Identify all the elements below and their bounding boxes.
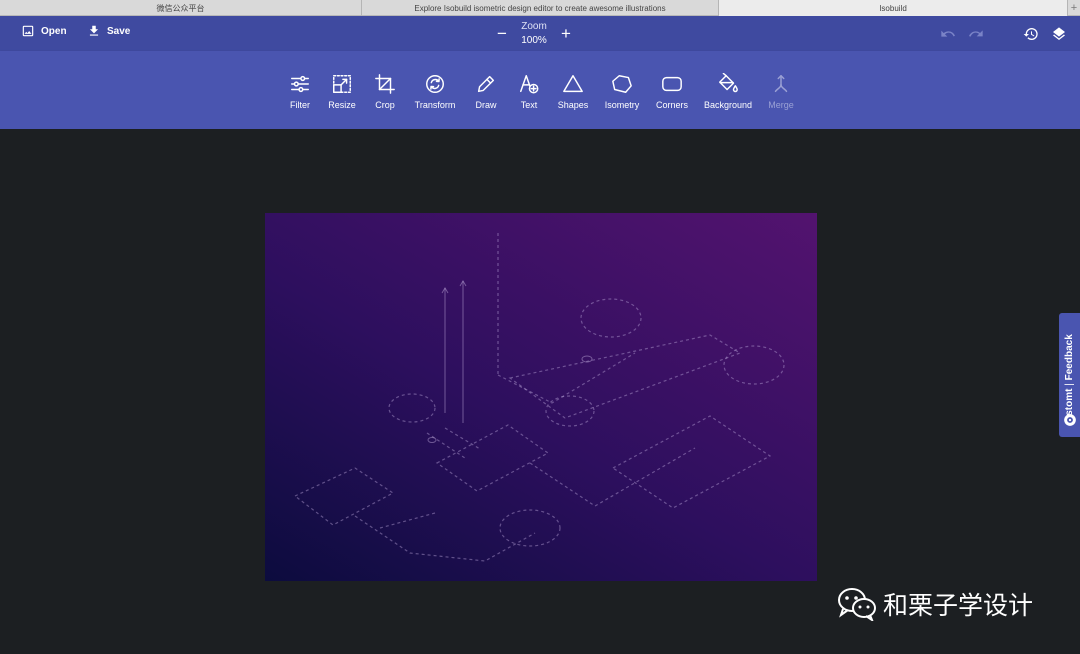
merge-icon <box>774 75 788 93</box>
history-icon <box>1023 28 1038 41</box>
redo-button[interactable] <box>968 26 984 42</box>
download-icon <box>89 25 99 36</box>
zoom-control: − Zoom 100% + <box>494 19 576 49</box>
triangle-icon <box>563 75 583 93</box>
rotate-icon <box>426 75 444 93</box>
tool-crop-label: Crop <box>375 100 395 110</box>
canvas-image[interactable] <box>265 213 817 581</box>
app-header: Open Save − Zoom 100% + <box>0 16 1080 51</box>
history-button[interactable] <box>1023 26 1039 42</box>
watermark-text: 和栗子学设计 <box>883 591 1034 620</box>
browser-tab-isobuild[interactable]: Isobuild <box>719 0 1068 16</box>
zoom-out-button[interactable]: − <box>494 25 510 42</box>
tool-resize-label: Resize <box>328 100 356 110</box>
save-button[interactable]: Save <box>87 24 130 38</box>
feedback-separator: | <box>1064 380 1075 389</box>
feedback-brand: stomt <box>1064 388 1075 416</box>
paint-bucket-icon <box>719 73 738 93</box>
tool-background[interactable]: Background <box>698 73 758 115</box>
text-add-icon <box>520 75 539 94</box>
tool-toolbar: Filter Resize Crop Transform Draw Text S… <box>0 51 1080 129</box>
resize-icon <box>333 75 351 93</box>
zoom-in-button[interactable]: + <box>558 25 574 42</box>
pencil-icon <box>477 75 495 93</box>
tool-corners-label: Corners <box>655 100 688 110</box>
open-label: Open <box>41 25 67 37</box>
layers-button[interactable] <box>1051 26 1067 42</box>
feedback-text: stomt | Feedback <box>1060 323 1080 427</box>
undo-button[interactable] <box>940 26 956 42</box>
browser-tab-wechat[interactable]: 微信公众平台 <box>0 0 362 16</box>
undo-icon <box>941 30 955 37</box>
workspace <box>0 129 1080 654</box>
tool-filter-label: Filter <box>290 100 310 110</box>
stomt-logo-icon <box>1064 414 1076 426</box>
tool-text-label: Text <box>520 100 538 110</box>
watermark: 和栗子学设计 <box>837 586 1033 622</box>
tool-corners[interactable]: Corners <box>642 73 702 115</box>
tool-background-label: Background <box>703 100 753 110</box>
tool-transform-label: Transform <box>414 100 456 110</box>
sliders-icon <box>291 75 309 93</box>
tool-isometry-label: Isometry <box>604 100 640 110</box>
layers-icon <box>1053 27 1065 41</box>
new-tab-button[interactable]: + <box>1068 0 1080 16</box>
browser-tab-strip: 微信公众平台 Explore Isobuild isometric design… <box>0 0 1080 16</box>
pentagon-icon <box>612 75 632 93</box>
crop-icon <box>375 74 395 94</box>
rounded-rect-icon <box>662 76 682 92</box>
save-label: Save <box>107 25 131 37</box>
browser-tab-explore-isobuild[interactable]: Explore Isobuild isometric design editor… <box>362 0 719 16</box>
zoom-value: 100% <box>521 35 547 46</box>
tool-draw-label: Draw <box>475 100 497 110</box>
zoom-label: Zoom <box>521 21 547 32</box>
feedback-label: Feedback <box>1064 334 1075 381</box>
image-icon <box>22 25 34 37</box>
tool-shapes-label: Shapes <box>557 100 589 110</box>
open-button[interactable]: Open <box>21 24 67 38</box>
redo-icon <box>969 30 983 37</box>
wechat-icon <box>838 588 876 621</box>
tool-merge-label: Merge <box>768 100 794 110</box>
isometric-illustration <box>293 233 785 562</box>
tool-merge[interactable]: Merge <box>751 73 811 115</box>
feedback-tab[interactable]: stomt | Feedback <box>1059 313 1080 437</box>
